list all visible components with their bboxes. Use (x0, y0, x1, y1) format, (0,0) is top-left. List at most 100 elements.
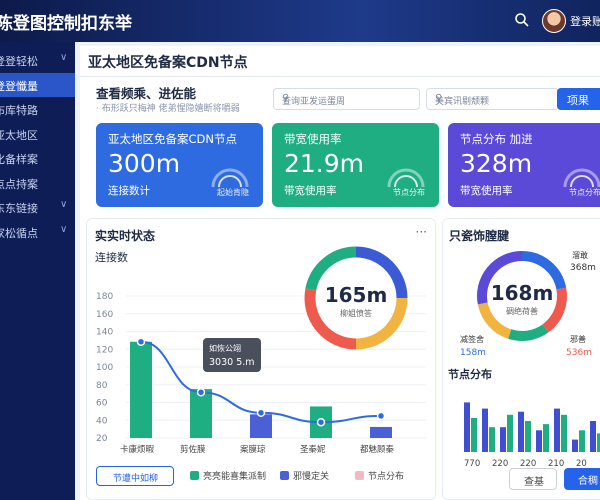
bar[interactable] (489, 427, 495, 452)
login-link[interactable]: 登录账户 (570, 13, 600, 29)
connection-chart: 180 160 140 120 100 80 60 40 20 卡康烦暇 剪佐膜 案膜琼 圣秦妮 都魅顾秦… (96, 246, 426, 455)
legend-swatch (190, 471, 199, 480)
legend-button-label: 节遭中如柳 (113, 474, 159, 484)
sidebar-item[interactable]: 亚太地区 (0, 122, 75, 146)
x-tick-label: 都魅顾秦 (360, 444, 395, 455)
x-tick-label: 770 (464, 459, 480, 469)
y-tick-label: 60 (96, 399, 108, 409)
reset-button[interactable]: 查基 (509, 468, 557, 490)
y-tick-label: 100 (96, 363, 113, 373)
x-tick-label: 圣秦妮 (300, 444, 326, 455)
line-point[interactable] (136, 337, 146, 347)
x-tick-label: 案膜琼 (240, 444, 266, 455)
sidebar-item[interactable]: 布库特路 (0, 97, 75, 121)
legend-button[interactable]: 节遭中如柳 (96, 466, 174, 486)
card-label: 节点分布 (393, 188, 425, 197)
sidebar-item[interactable]: 登登懺量 (0, 72, 75, 97)
sidebar: 登登轻松 ∨ 登登懺量布库特路亚太地区化备样案点点持案东东链接 ∨ 家松循点 ∨ (0, 42, 75, 500)
y-tick-label: 40 (96, 416, 108, 426)
bar[interactable] (525, 421, 531, 452)
card-title: 亚太地区免备案CDN节点 (108, 132, 237, 146)
sidebar-item-label: 布库特路 (0, 104, 38, 117)
confirm-button-label: 合稠 (578, 476, 598, 487)
annotation-value: 158m (460, 348, 486, 358)
bar[interactable] (572, 439, 578, 452)
line-point[interactable] (196, 387, 206, 397)
bar[interactable] (482, 408, 488, 452)
bar[interactable] (543, 424, 549, 452)
main-panel: 亚太地区免备案CDN节点 查看频乘、进佐能 · 布形跃只梅神 佬弟惺隐嬉断将嚼弱… (80, 46, 600, 500)
sidebar-item[interactable]: 登登轻松 ∨ (0, 48, 75, 72)
date-select[interactable]: 查询亚发运蛋周 ⚲ (273, 88, 420, 110)
bar[interactable] (579, 430, 585, 452)
y-tick-label: 120 (96, 345, 113, 355)
sidebar-item-label: 点点持案 (0, 177, 38, 191)
legend-swatch (355, 471, 364, 480)
chevron-down-icon: ∨ (60, 199, 68, 210)
chevron-down-icon: ∨ (60, 223, 68, 235)
donut-segment[interactable] (508, 324, 549, 341)
bar-chart-title: 节点分布 (448, 367, 492, 381)
y-tick-label: 140 (96, 328, 113, 338)
page-title: 亚太地区免备案CDN节点 (88, 55, 248, 71)
sidebar-item[interactable]: 点点持案 (0, 171, 75, 195)
query-button[interactable]: 项果 (557, 88, 600, 110)
bar[interactable] (370, 426, 392, 438)
x-tick-label: 220 (492, 459, 508, 469)
card-value: 300m (108, 149, 181, 178)
distribution-chart: 168m碉绝荷善溜敢368m减签舍158m邪善536m节点分布770 220 220… (448, 250, 600, 469)
card-title: 带宽使用率 (284, 132, 342, 146)
bar[interactable] (554, 408, 560, 452)
sidebar-item[interactable]: 家松循点 ∨ (0, 220, 75, 244)
bar[interactable] (500, 427, 506, 452)
annotation-value: 536m (566, 348, 592, 358)
card-subtitle: 连接数计 (108, 185, 150, 197)
tooltip-value: 3030 5.m (209, 357, 255, 368)
region-select[interactable]: 美宾讯剔颓颗 ⚲ (426, 88, 559, 110)
stat-card[interactable]: 亚太地区免备案CDN节点 300m 连接数计 起始肯隐 (96, 123, 263, 207)
card-subtitle: 带宽使用率 (460, 185, 513, 197)
confirm-button[interactable]: 合稠 (564, 468, 600, 490)
search-icon[interactable] (514, 12, 530, 28)
bar[interactable] (464, 402, 470, 452)
y-tick-label: 180 (96, 292, 113, 302)
search-icon: ⚲ (435, 93, 443, 104)
sidebar-item[interactable]: 东东链接 ∨ (0, 195, 75, 219)
x-tick-label: 剪佐膜 (180, 444, 206, 455)
avatar[interactable] (542, 9, 566, 33)
bar[interactable] (561, 414, 567, 452)
search-icon: ⚲ (282, 93, 290, 104)
donut-label: 碉绝荷善 (506, 306, 538, 316)
x-tick-label: 卡康烦暇 (120, 444, 155, 455)
section-title: 查看频乘、进佐能 (96, 86, 197, 101)
legend-label: 节点分布 (368, 472, 405, 482)
reset-button-label: 查基 (524, 477, 544, 488)
card-value: 328m (460, 149, 533, 178)
bar[interactable] (130, 341, 152, 438)
legend-label: 亮亮能喜集派制 (203, 472, 267, 482)
bar[interactable] (536, 430, 542, 452)
stat-card[interactable]: 节点分布 加进 328m 带宽使用率 节点分布 (448, 123, 600, 207)
card-label: 起始肯隐 (217, 188, 249, 197)
bar[interactable] (471, 417, 477, 452)
line-point[interactable] (316, 417, 326, 427)
donut-value: 168m (491, 281, 554, 305)
sidebar-item-label: 家松循点 (0, 226, 38, 240)
chevron-down-icon: ∨ (60, 52, 68, 63)
bar[interactable] (250, 414, 272, 438)
top-bar: 陈登图控制扣东举 登录账户 (0, 0, 600, 42)
sidebar-item-label: 东东链接 (0, 202, 38, 215)
annotation-label: 减签舍 (460, 334, 484, 344)
bar[interactable] (518, 411, 524, 452)
line-point[interactable] (376, 411, 386, 421)
stat-card[interactable]: 带宽使用率 21.9m 带宽使用率 节点分布 (272, 123, 439, 207)
bar[interactable] (507, 414, 513, 452)
sidebar-item[interactable]: 化备样案 (0, 146, 75, 170)
card-title: 节点分布 加进 (460, 132, 533, 146)
bar[interactable] (590, 421, 596, 452)
line-point[interactable] (256, 408, 266, 418)
card-label: 节点分布 (569, 188, 600, 197)
divider (80, 76, 600, 77)
legend-label: 邪慢定关 (293, 472, 330, 482)
sidebar-item-label: 化备样案 (0, 153, 38, 166)
